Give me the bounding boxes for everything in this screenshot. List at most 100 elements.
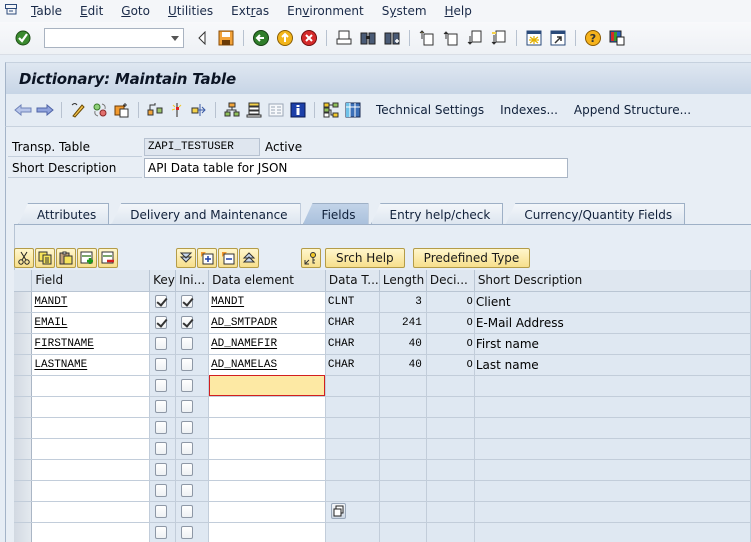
tab-fields[interactable]: Fields xyxy=(302,203,369,225)
search-help-key-icon[interactable] xyxy=(301,248,321,268)
object-list-icon[interactable] xyxy=(168,101,186,119)
new-session-icon[interactable] xyxy=(524,28,544,48)
info-icon[interactable] xyxy=(289,101,307,119)
column-header-field[interactable]: Field xyxy=(31,270,151,292)
command-dropdown-icon[interactable] xyxy=(171,36,179,41)
find-next-icon[interactable] xyxy=(382,28,402,48)
menu-edit[interactable]: Edit xyxy=(71,4,112,18)
field-name[interactable]: MANDT xyxy=(34,296,67,308)
cancel-icon[interactable] xyxy=(299,28,319,48)
key-checkbox[interactable] xyxy=(155,400,168,414)
value-help-button[interactable] xyxy=(331,503,346,519)
field-name-cell[interactable] xyxy=(31,438,151,460)
shortcut-icon[interactable] xyxy=(548,28,568,48)
key-checkbox[interactable] xyxy=(155,358,168,372)
row-selector[interactable] xyxy=(14,480,33,502)
initial-values-checkbox[interactable] xyxy=(181,337,194,351)
column-header-data-element[interactable]: Data element xyxy=(208,270,326,292)
save-icon[interactable] xyxy=(216,28,236,48)
initial-values-checkbox[interactable] xyxy=(181,505,194,519)
back-arrow-icon[interactable] xyxy=(14,101,32,119)
initial-values-checkbox[interactable] xyxy=(181,295,194,309)
row-selector[interactable] xyxy=(14,417,33,439)
data-element-input-focused[interactable] xyxy=(208,375,326,397)
initial-values-checkbox[interactable] xyxy=(181,463,194,477)
key-checkbox[interactable] xyxy=(155,379,168,393)
field-name-cell[interactable] xyxy=(31,480,151,502)
row-selector[interactable] xyxy=(14,333,33,355)
column-header-initial[interactable]: Ini... xyxy=(175,270,210,292)
print-icon[interactable] xyxy=(334,28,354,48)
menu-table[interactable]: Table xyxy=(22,4,71,18)
structure-graphic-icon[interactable] xyxy=(322,101,340,119)
tab-currency-quantity-fields[interactable]: Currency/Quantity Fields xyxy=(505,203,686,225)
tab-attributes[interactable]: Attributes xyxy=(18,203,110,225)
command-input[interactable] xyxy=(45,29,165,47)
key-checkbox[interactable] xyxy=(155,421,168,435)
where-used-icon[interactable] xyxy=(146,101,164,119)
select-all-header[interactable] xyxy=(14,270,33,292)
worklist-icon[interactable] xyxy=(245,101,263,119)
row-selector[interactable] xyxy=(14,375,33,397)
search-help-button[interactable]: Srch Help xyxy=(325,248,405,268)
field-name-cell[interactable] xyxy=(31,375,151,397)
navigation-window-icon[interactable] xyxy=(190,101,208,119)
data-element-cell[interactable]: MANDT xyxy=(208,291,326,313)
layout-menu-icon[interactable] xyxy=(607,28,627,48)
data-element-link[interactable]: MANDT xyxy=(211,296,244,308)
field-name-cell[interactable]: LASTNAME xyxy=(31,354,151,376)
expand-icon[interactable] xyxy=(197,248,217,268)
append-structure-button[interactable]: Append Structure... xyxy=(566,103,699,117)
row-selector[interactable] xyxy=(14,312,33,334)
key-checkbox[interactable] xyxy=(155,442,168,456)
paste-icon[interactable] xyxy=(56,248,76,268)
field-name[interactable]: LASTNAME xyxy=(34,359,87,371)
column-header-key[interactable]: Key xyxy=(149,270,177,292)
data-element-cell[interactable] xyxy=(208,396,326,418)
copy-icon[interactable] xyxy=(35,248,55,268)
initial-values-checkbox[interactable] xyxy=(181,379,194,393)
insert-row-icon[interactable] xyxy=(77,248,97,268)
last-page-icon[interactable] xyxy=(489,28,509,48)
back-icon[interactable] xyxy=(251,28,271,48)
key-checkbox[interactable] xyxy=(155,526,168,540)
tab-delivery-and-maintenance[interactable]: Delivery and Maintenance xyxy=(111,203,301,225)
initial-values-checkbox[interactable] xyxy=(181,316,194,330)
menu-extras[interactable]: Extras xyxy=(222,4,278,18)
menu-utilities[interactable]: Utilities xyxy=(159,4,222,18)
data-element-cell[interactable] xyxy=(208,417,326,439)
field-name-cell[interactable] xyxy=(31,417,151,439)
initial-values-checkbox[interactable] xyxy=(181,442,194,456)
cut-icon[interactable] xyxy=(14,248,34,268)
key-checkbox[interactable] xyxy=(155,463,168,477)
data-element-cell[interactable]: AD_NAMEFIR xyxy=(208,333,326,355)
key-checkbox[interactable] xyxy=(155,484,168,498)
field-name-cell[interactable]: FIRSTNAME xyxy=(31,333,151,355)
row-selector[interactable] xyxy=(14,459,33,481)
row-selector[interactable] xyxy=(14,501,33,523)
data-element-link[interactable]: AD_NAMELAS xyxy=(211,359,277,371)
documentation-icon[interactable] xyxy=(267,101,285,119)
menu-environment[interactable]: Environment xyxy=(278,4,373,18)
data-element-cell[interactable] xyxy=(208,438,326,460)
short-description-input[interactable]: API Data table for JSON xyxy=(144,158,568,178)
display-change-icon[interactable] xyxy=(69,101,87,119)
activate-icon[interactable] xyxy=(113,101,131,119)
enter-icon[interactable] xyxy=(12,27,34,49)
delete-row-icon[interactable] xyxy=(98,248,118,268)
table-icon[interactable] xyxy=(344,101,362,119)
indexes-button[interactable]: Indexes... xyxy=(492,103,566,117)
help-icon[interactable]: ? xyxy=(583,28,603,48)
row-selector[interactable] xyxy=(14,396,33,418)
column-header-short-description[interactable]: Short Description xyxy=(474,270,751,292)
field-name[interactable]: FIRSTNAME xyxy=(34,338,93,350)
next-page-icon[interactable] xyxy=(465,28,485,48)
predefined-type-button[interactable]: Predefined Type xyxy=(412,248,531,268)
column-header-length[interactable]: Length xyxy=(379,270,427,292)
field-name-cell[interactable] xyxy=(31,522,151,542)
row-selector[interactable] xyxy=(14,291,33,313)
field-name[interactable]: EMAIL xyxy=(34,317,67,329)
previous-page-icon[interactable] xyxy=(441,28,461,48)
data-element-cell[interactable] xyxy=(208,522,326,542)
forward-arrow-icon[interactable] xyxy=(36,101,54,119)
